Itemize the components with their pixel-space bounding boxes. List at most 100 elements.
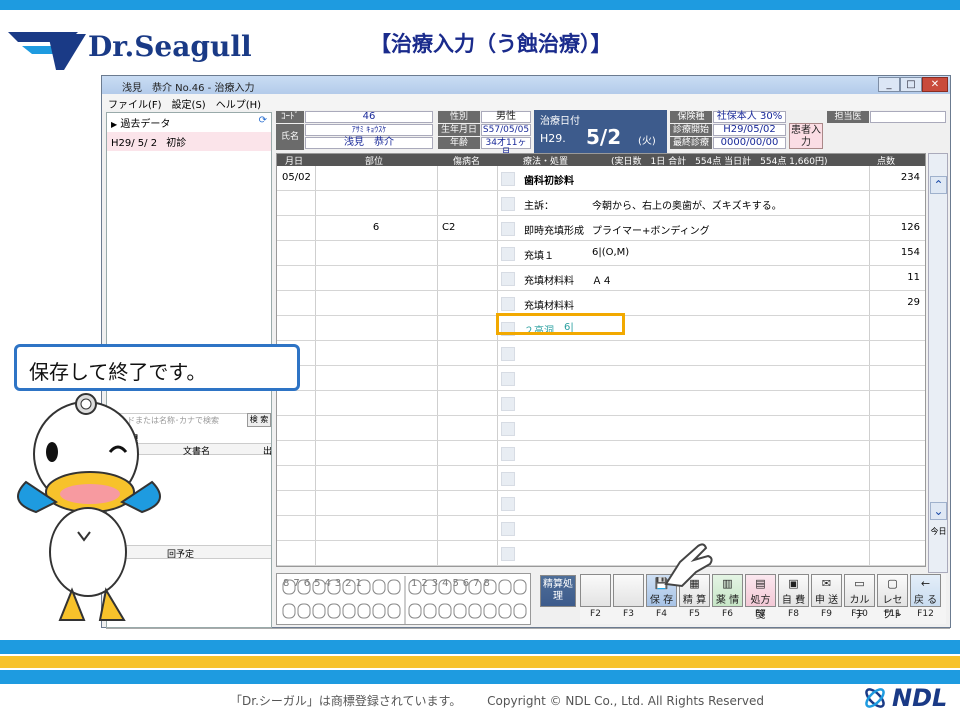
scroll-down-button[interactable]: ⌄ (930, 502, 947, 520)
table-row[interactable]: 充填材料料 Ａ４ 11 (277, 266, 925, 291)
row-checkbox[interactable] (501, 222, 515, 236)
tooth-outline[interactable] (468, 579, 482, 595)
tooth-outline[interactable] (357, 579, 371, 595)
grid-scrollbar[interactable]: ⌃ ⌄ 今日 (928, 153, 948, 573)
prescription-icon: ▤ (755, 577, 766, 590)
fkey-button-f8[interactable]: ▣ 自 費 (778, 574, 809, 607)
treatment-date-box[interactable]: 治療日付 H29. 5/2 (火) (534, 110, 667, 154)
row-checkbox[interactable] (501, 372, 515, 386)
row-checkbox[interactable] (501, 297, 515, 311)
doctor-select[interactable] (870, 111, 946, 123)
tooth-outline[interactable] (297, 579, 311, 595)
row-checkbox[interactable] (501, 497, 515, 511)
tooth-outline[interactable] (483, 603, 497, 619)
tooth-outline[interactable] (312, 579, 326, 595)
tooth-outline[interactable] (423, 579, 437, 595)
patient-input-button[interactable]: 患者入力 (789, 123, 823, 149)
fkey-button-f2[interactable] (580, 574, 611, 607)
treat-date: 5/2 (586, 125, 622, 149)
row-checkbox[interactable] (501, 447, 515, 461)
tooth-outline[interactable] (423, 603, 437, 619)
tooth-outline[interactable] (438, 603, 452, 619)
fkey-label: 薬 情 (715, 595, 740, 606)
row-checkbox[interactable] (501, 397, 515, 411)
tooth-outline[interactable] (513, 579, 527, 595)
search-button[interactable]: 検 索 (247, 413, 271, 427)
fkey-button-f7[interactable]: ▤ 処方箋 (745, 574, 776, 621)
tooth-outline[interactable] (408, 603, 422, 619)
tooth-outline[interactable] (498, 579, 512, 595)
fkey-button-f10[interactable]: ▭ カルテ (844, 574, 875, 621)
tooth-outline[interactable] (312, 603, 326, 619)
settle-process-button[interactable]: 精算処理 (540, 575, 576, 607)
tooth-outline[interactable] (357, 603, 371, 619)
table-row[interactable]: 6 C2 即時充填形成 プライマー+ボンディング 126 (277, 216, 925, 241)
table-row[interactable] (277, 391, 925, 416)
table-row[interactable]: 充填１ 6|(O,M) 154 (277, 241, 925, 266)
seagull-mascot-icon (17, 393, 161, 621)
menu-settings[interactable]: 設定(S) (172, 96, 206, 111)
minimize-button[interactable]: _ (878, 77, 900, 92)
fkey-button-f12[interactable]: ← 戻 る (910, 574, 941, 607)
table-row[interactable] (277, 516, 925, 541)
tooth-outline[interactable] (342, 579, 356, 595)
tooth-outline[interactable] (387, 603, 401, 619)
tooth-outline[interactable] (513, 603, 527, 619)
cell-disease (439, 291, 445, 316)
maximize-button[interactable]: □ (900, 77, 922, 92)
table-row[interactable] (277, 491, 925, 516)
table-row[interactable]: 05/02 歯科初診料 234 (277, 166, 925, 191)
tooth-outline[interactable] (438, 579, 452, 595)
tooth-outline[interactable] (498, 603, 512, 619)
past-record-item[interactable]: H29/ 5/ 2 初診 (107, 132, 271, 151)
row-checkbox[interactable] (501, 347, 515, 361)
tooth-outline[interactable] (372, 579, 386, 595)
table-row[interactable] (277, 441, 925, 466)
row-checkbox[interactable] (501, 272, 515, 286)
menu-help[interactable]: ヘルプ(H) (216, 96, 261, 111)
tooth-outline[interactable] (372, 603, 386, 619)
table-row[interactable] (277, 416, 925, 441)
tooth-outline[interactable] (453, 579, 467, 595)
fkey-button-f9[interactable]: ✉ 申 送 (811, 574, 842, 607)
tooth-outline[interactable] (327, 603, 341, 619)
table-row[interactable] (277, 541, 925, 566)
row-checkbox[interactable] (501, 472, 515, 486)
row-checkbox[interactable] (501, 247, 515, 261)
tooth-outline[interactable] (327, 579, 341, 595)
tooth-outline[interactable] (282, 603, 296, 619)
row-checkbox[interactable] (501, 547, 515, 561)
dental-chart[interactable]: 87654321 12345678 (276, 573, 531, 625)
row-checkbox[interactable] (501, 522, 515, 536)
tooth-outline[interactable] (483, 579, 497, 595)
fkey-button-f11[interactable]: ▢ レセプト (877, 574, 908, 621)
cell-date (279, 316, 285, 341)
today-button[interactable]: 今日 (930, 526, 947, 537)
fkey-label: 精 算 (682, 595, 707, 606)
cell-disease (439, 266, 445, 291)
tooth-outline[interactable] (297, 603, 311, 619)
table-row[interactable] (277, 341, 925, 366)
row-checkbox[interactable] (501, 197, 515, 211)
row-checkbox[interactable] (501, 422, 515, 436)
scroll-up-button[interactable]: ⌃ (930, 176, 947, 194)
top-band (0, 0, 960, 10)
table-row[interactable] (277, 466, 925, 491)
menu-file[interactable]: ファイル(F) (108, 96, 162, 111)
treat-weekday: (火) (638, 136, 656, 147)
tooth-outline[interactable] (342, 603, 356, 619)
tooth-outline[interactable] (408, 579, 422, 595)
tooth-outline[interactable] (282, 579, 296, 595)
table-row[interactable] (277, 366, 925, 391)
tooth-outline[interactable] (387, 579, 401, 595)
cell-site (317, 291, 435, 316)
refresh-icon[interactable]: ⟳ (259, 115, 267, 126)
tooth-outline[interactable] (453, 603, 467, 619)
table-row[interactable]: 主訴： 今朝から、右上の奥歯が、ズキズキする。 (277, 191, 925, 216)
fkey-button-f3[interactable] (613, 574, 644, 607)
close-button[interactable]: ✕ (922, 77, 948, 92)
row-checkbox[interactable] (501, 172, 515, 186)
cell-points: 154 (900, 247, 920, 258)
past-data-header[interactable]: ▶ 過去データ ⟳ (107, 113, 271, 132)
tooth-outline[interactable] (468, 603, 482, 619)
